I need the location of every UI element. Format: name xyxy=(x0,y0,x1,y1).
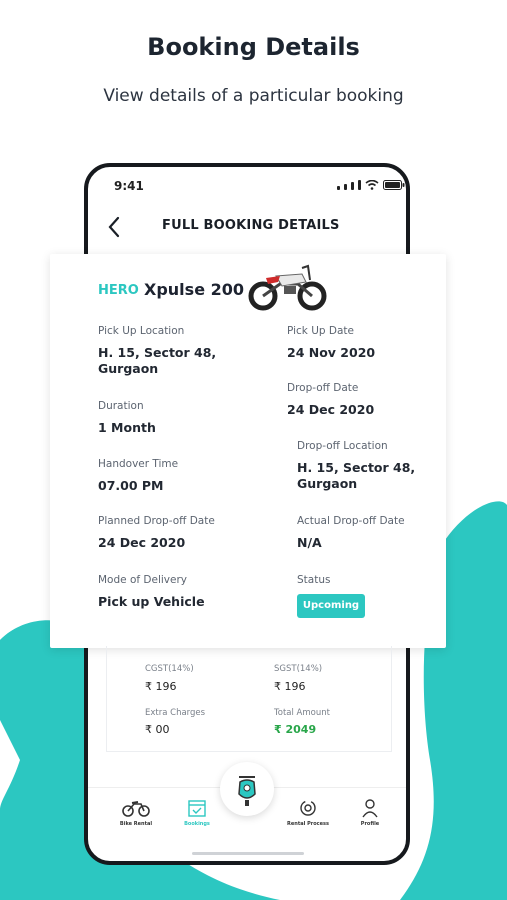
pickup-location-line2: Gurgaon xyxy=(98,361,159,376)
pickup-location-line1: H. 15, Sector 48, xyxy=(98,345,217,360)
dropoff-location-label: Drop-off Location xyxy=(297,440,388,452)
calendar-check-icon xyxy=(188,800,206,817)
status-icons xyxy=(337,180,405,190)
pickup-location-label: Pick Up Location xyxy=(98,325,185,337)
total-amount-label: Total Amount xyxy=(274,708,330,718)
actual-dropoff-value: N/A xyxy=(297,535,322,550)
bike-icon xyxy=(122,801,150,817)
motorcycle-image xyxy=(248,264,327,311)
sgst-label: SGST(14%) xyxy=(274,664,323,674)
nav-label-bookings: Bookings xyxy=(184,821,210,827)
extra-charges-value: ₹ 00 xyxy=(145,723,170,736)
delivery-mode-value: Pick up Vehicle xyxy=(98,594,205,609)
fare-summary xyxy=(106,646,392,752)
page-title: FULL BOOKING DETAILS xyxy=(162,218,340,233)
pickup-date-label: Pick Up Date xyxy=(287,325,354,337)
promo-subtitle: View details of a particular booking xyxy=(103,86,404,106)
handover-time-label: Handover Time xyxy=(98,458,179,470)
scooter-icon xyxy=(238,776,256,806)
dropoff-location-line1: H. 15, Sector 48, xyxy=(297,460,416,475)
cgst-label: CGST(14%) xyxy=(145,664,194,674)
dropoff-location-line2: Gurgaon xyxy=(297,476,358,491)
home-indicator xyxy=(192,852,304,855)
wifi-icon xyxy=(365,180,379,190)
planned-dropoff-value: 24 Dec 2020 xyxy=(98,535,186,550)
user-icon xyxy=(362,799,378,818)
process-cycle-icon xyxy=(300,800,316,816)
sgst-value: ₹ 196 xyxy=(274,680,306,693)
dropoff-date-label: Drop-off Date xyxy=(287,382,359,394)
status-time: 9:41 xyxy=(114,179,144,193)
center-scooter-button[interactable] xyxy=(220,762,274,816)
nav-item-profile[interactable]: Profile xyxy=(340,798,400,827)
extra-charges-label: Extra Charges xyxy=(145,708,206,718)
nav-label-profile: Profile xyxy=(360,821,380,827)
nav-item-bike-rental[interactable]: Bike Rental xyxy=(106,798,166,827)
chevron-left-icon[interactable] xyxy=(104,214,126,240)
duration-label: Duration xyxy=(98,400,144,412)
delivery-mode-label: Mode of Delivery xyxy=(98,574,187,586)
nav-item-bookings[interactable]: Bookings xyxy=(167,798,227,827)
dropoff-date: 24 Dec 2020 xyxy=(287,402,375,417)
promo-title: Booking Details xyxy=(147,33,360,61)
nav-item-rental-process[interactable]: Rental Process xyxy=(278,798,338,827)
handover-time-value: 07.00 PM xyxy=(98,478,164,493)
vehicle-brand: HERO xyxy=(98,283,139,298)
actual-dropoff-label: Actual Drop-off Date xyxy=(297,515,405,527)
pickup-date: 24 Nov 2020 xyxy=(287,345,376,360)
battery-icon xyxy=(383,180,405,190)
booking-details-card: HERO Xpulse 200 Pick Up Location H. 15, … xyxy=(50,254,446,648)
signal-icon xyxy=(337,186,340,190)
total-amount-value: ₹ 2049 xyxy=(274,723,317,736)
cgst-value: ₹ 196 xyxy=(145,680,177,693)
status-label: Status xyxy=(297,574,331,586)
duration-value: 1 Month xyxy=(98,420,156,435)
nav-label-bike-rental: Bike Rental xyxy=(119,821,153,827)
status-badge[interactable]: Upcoming xyxy=(297,594,365,618)
vehicle-model: Xpulse 200 xyxy=(144,280,245,299)
planned-dropoff-label: Planned Drop-off Date xyxy=(98,515,215,527)
nav-label-rental-process: Rental Process xyxy=(287,821,329,827)
